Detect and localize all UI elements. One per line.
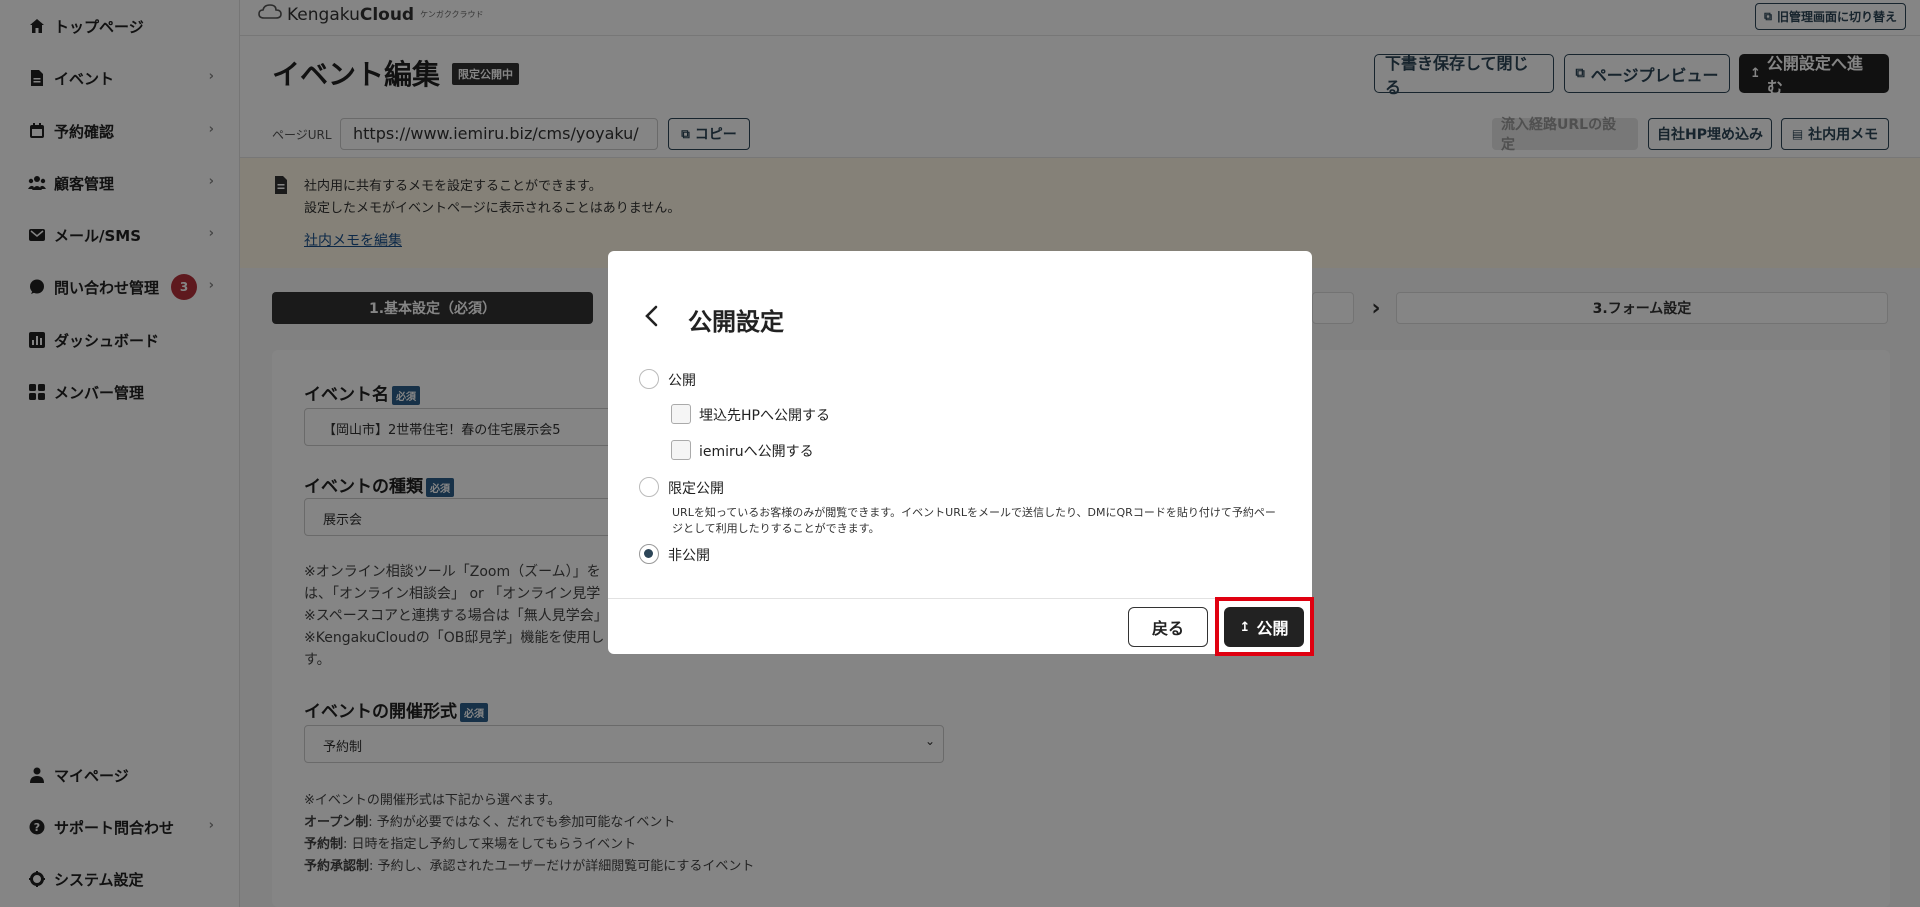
back-chevron-icon[interactable] — [642, 304, 662, 328]
checkbox-iemiru[interactable] — [671, 440, 691, 460]
radio-public[interactable] — [639, 369, 659, 389]
back-button[interactable]: 戻る — [1128, 607, 1208, 647]
modal-footer: 戻る ↥ 公開 — [608, 598, 1312, 654]
modal-title: 公開設定 — [688, 308, 784, 336]
back-label: 戻る — [1151, 619, 1184, 638]
checkbox-embed-hp[interactable] — [671, 404, 691, 424]
radio-public-label: 公開 — [668, 373, 696, 389]
publish-settings-modal: 公開設定 公開 埋込先HPへ公開する iemiruへ公開する 限定公開 URLを… — [608, 251, 1312, 654]
radio-limited-label: 限定公開 — [668, 481, 724, 497]
limited-description: URLを知っているお客様のみが閲覧できます。イベントURLをメールで送信したり、… — [672, 506, 1276, 535]
checkbox-iemiru-label: iemiruへ公開する — [699, 444, 814, 460]
radio-private[interactable] — [639, 544, 659, 564]
radio-private-label: 非公開 — [668, 548, 710, 564]
radio-limited[interactable] — [639, 477, 659, 497]
publish-button-highlight — [1215, 597, 1314, 656]
checkbox-embed-hp-label: 埋込先HPへ公開する — [699, 408, 830, 424]
